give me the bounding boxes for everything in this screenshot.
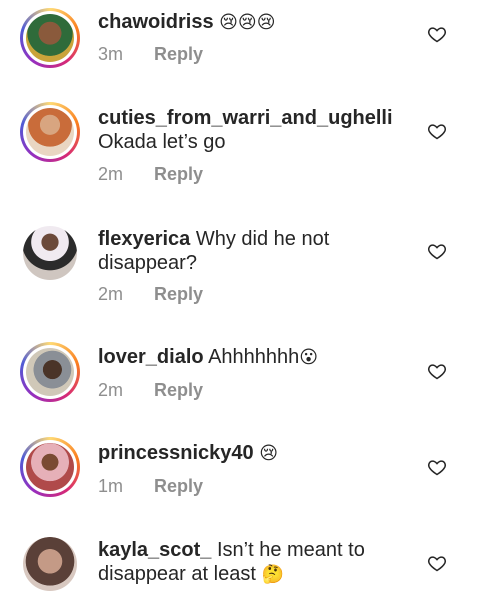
comment-username[interactable]: princessnicky40 <box>98 442 254 464</box>
avatar-photo <box>26 14 74 62</box>
comment-body: Okada let’s go <box>98 131 226 153</box>
comment-text: flexyerica Why did he not disappear? <box>98 227 398 275</box>
comment-text: princessnicky40 😢 <box>98 441 398 466</box>
heart-icon[interactable] <box>427 553 447 573</box>
comment-text: cuties_from_warri_and_ughelli Okada let’… <box>98 106 398 154</box>
heart-icon[interactable] <box>427 121 447 141</box>
comment-time: 2m <box>98 284 124 304</box>
reply-button[interactable]: Reply <box>154 476 203 496</box>
comment-text: kayla_scot_ Isn’t he meant to disappear … <box>98 538 398 587</box>
avatar[interactable] <box>20 102 80 162</box>
avatar[interactable] <box>20 342 80 402</box>
comment-time: 2m <box>98 164 124 184</box>
comment-text: chawoidriss 😢😢😢 <box>98 10 398 35</box>
comment-text: lover_dialo Ahhhhhhh😮 <box>98 345 398 370</box>
reply-button[interactable]: Reply <box>154 44 203 64</box>
avatar[interactable] <box>23 226 77 280</box>
comment-username[interactable]: chawoidriss <box>98 11 214 33</box>
avatar[interactable] <box>20 437 80 497</box>
comment-username[interactable]: flexyerica <box>98 228 190 250</box>
comment-body: Ahhhhhhh <box>208 346 300 368</box>
reply-button[interactable]: Reply <box>154 380 203 400</box>
comment-meta: 2m Reply <box>98 163 203 185</box>
avatar-photo <box>26 348 74 396</box>
heart-icon[interactable] <box>427 457 447 477</box>
comment-time: 1m <box>98 476 124 496</box>
avatar[interactable] <box>20 8 80 68</box>
heart-icon[interactable] <box>427 241 447 261</box>
avatar-photo <box>23 537 77 591</box>
avatar-photo <box>26 443 74 491</box>
comment-username[interactable]: kayla_scot_ <box>98 539 211 561</box>
comment-meta: 2m Reply <box>98 283 203 305</box>
reply-button[interactable]: Reply <box>154 284 203 304</box>
heart-icon[interactable] <box>427 361 447 381</box>
avatar[interactable] <box>23 537 77 591</box>
comment-username[interactable]: lover_dialo <box>98 346 204 368</box>
comment-emoji: 😢 <box>259 443 278 464</box>
comment-meta: 1m Reply <box>98 475 203 497</box>
comment-meta: 2m Reply <box>98 379 203 401</box>
comment-username[interactable]: cuties_from_warri_and_ughelli <box>98 107 393 129</box>
avatar-photo <box>26 108 74 156</box>
comment-emoji: 😮 <box>299 347 319 368</box>
comment-emoji: 😢😢😢 <box>219 12 276 33</box>
heart-icon[interactable] <box>427 24 447 44</box>
comment-meta: 3m Reply <box>98 43 203 65</box>
comment-emoji: 🤔 <box>261 564 284 585</box>
comment-time: 2m <box>98 380 124 400</box>
avatar-photo <box>23 226 77 280</box>
comment-time: 3m <box>98 44 124 64</box>
reply-button[interactable]: Reply <box>154 164 203 184</box>
